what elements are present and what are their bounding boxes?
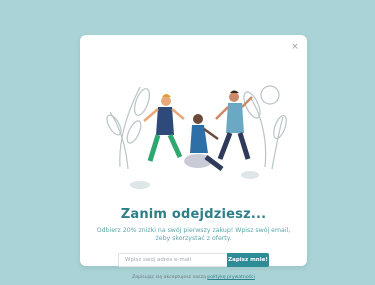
- privacy-policy-link[interactable]: politykę prywatności: [207, 275, 255, 280]
- consent-text: Zapisując się akceptujesz naszą: [132, 275, 206, 280]
- close-icon[interactable]: ×: [289, 41, 301, 53]
- consent-note: Zapisując się akceptujesz naszą politykę…: [80, 275, 307, 280]
- email-input[interactable]: [118, 253, 227, 267]
- modal-subtitle: Odbierz 20% zniżki na swój pierwszy zaku…: [96, 227, 291, 242]
- modal-title: Zanim odejdziesz...: [120, 207, 267, 222]
- subscribe-button[interactable]: Zapisz mnie!: [227, 253, 269, 267]
- signup-form: Zapisz mnie!: [118, 253, 269, 267]
- exit-intent-modal: × Zanim odejdziesz... Odbierz 20% zniżki…: [80, 35, 307, 280]
- people-dancing-illustration: [106, 85, 287, 189]
